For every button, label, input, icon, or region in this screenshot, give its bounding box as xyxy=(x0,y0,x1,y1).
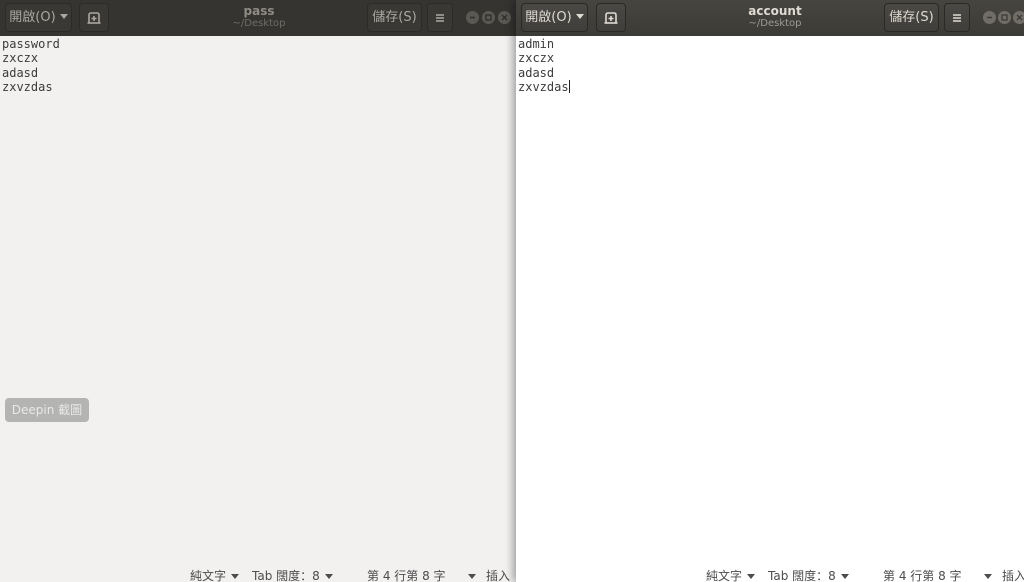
window-title: account xyxy=(748,4,802,18)
header-bar: 開啟(O) pass ~/Desktop 儲存(S) xyxy=(0,0,516,36)
status-bar: 純文字 Tab 闊度：8 第 4 行第 8 字 插入 xyxy=(0,565,516,582)
close-icon[interactable] xyxy=(498,11,511,24)
language-selector[interactable]: 純文字 xyxy=(706,565,756,582)
text-editor-area[interactable]: admin zxczx adasd zxvzdas xyxy=(516,36,1024,565)
text-cursor xyxy=(568,80,570,94)
open-button[interactable]: 開啟(O) xyxy=(5,3,72,32)
insert-mode-indicator: 插入 xyxy=(486,569,511,582)
language-selector[interactable]: 純文字 xyxy=(190,565,240,582)
menu-button[interactable] xyxy=(944,3,970,32)
tab-width-label: Tab 闊度：8 xyxy=(768,569,836,582)
text-line: password xyxy=(2,37,60,51)
cursor-position-label: 第 4 行第 8 字 xyxy=(367,569,446,582)
chevron-down-icon xyxy=(840,574,849,579)
deepin-screenshot-tooltip: Deepin 截圖 xyxy=(5,398,89,422)
minimize-icon[interactable] xyxy=(983,11,996,24)
chevron-down-icon xyxy=(575,14,584,19)
open-button-label: 開啟(O) xyxy=(525,10,572,25)
tab-width-selector[interactable]: Tab 闊度：8 xyxy=(252,565,333,582)
chevron-down-icon xyxy=(59,14,68,19)
new-tab-icon xyxy=(604,12,618,24)
text-line: zxvzdas xyxy=(518,80,569,95)
insert-mode-indicator: 插入 xyxy=(1002,569,1024,582)
language-label: 純文字 xyxy=(190,569,227,582)
window-subtitle: ~/Desktop xyxy=(748,18,802,29)
text-line: zxczx xyxy=(518,51,555,66)
chevron-down-icon xyxy=(231,574,240,579)
text-line: adasd xyxy=(518,65,555,80)
chevron-down-icon xyxy=(983,574,992,579)
open-button-label: 開啟(O) xyxy=(9,10,56,25)
chevron-down-icon xyxy=(747,574,756,579)
text-editor-area[interactable]: password zxczx adasd zxvzdas xyxy=(0,36,516,565)
text-line-with-cursor: zxvzdas xyxy=(518,80,1024,94)
title-block: pass ~/Desktop xyxy=(209,4,309,30)
close-icon[interactable] xyxy=(1013,11,1024,24)
maximize-icon[interactable] xyxy=(998,11,1011,24)
title-block: account ~/Desktop xyxy=(725,4,825,30)
maximize-icon[interactable] xyxy=(482,11,495,24)
text-line: zxvzdas xyxy=(2,80,53,95)
gedit-window-pass[interactable]: 開啟(O) pass ~/Desktop 儲存(S) password zxcz… xyxy=(0,0,516,582)
window-title: pass xyxy=(243,4,275,18)
minimize-icon[interactable] xyxy=(466,11,479,24)
open-button[interactable]: 開啟(O) xyxy=(521,3,588,32)
language-label: 純文字 xyxy=(706,569,743,582)
new-document-button[interactable] xyxy=(596,3,626,32)
new-tab-icon xyxy=(87,12,101,24)
chevron-down-icon xyxy=(467,574,476,579)
status-bar: 純文字 Tab 闊度：8 第 4 行第 8 字 插入 xyxy=(516,565,1024,582)
cursor-position-label: 第 4 行第 8 字 xyxy=(883,569,962,582)
window-subtitle: ~/Desktop xyxy=(232,18,286,29)
cursor-position-selector[interactable]: 第 4 行第 8 字 xyxy=(367,565,476,582)
text-line: zxczx xyxy=(2,51,39,66)
menu-button[interactable] xyxy=(427,3,453,32)
save-button[interactable]: 儲存(S) xyxy=(367,3,422,32)
text-line: adasd xyxy=(2,65,39,80)
save-button[interactable]: 儲存(S) xyxy=(884,3,939,32)
gedit-window-account[interactable]: 開啟(O) account ~/Desktop 儲存(S) admin zxcz… xyxy=(516,0,1024,582)
new-document-button[interactable] xyxy=(79,3,109,32)
header-bar: 開啟(O) account ~/Desktop 儲存(S) xyxy=(516,0,1024,36)
tab-width-label: Tab 闊度：8 xyxy=(252,569,320,582)
text-line: admin xyxy=(518,37,555,51)
tab-width-selector[interactable]: Tab 闊度：8 xyxy=(768,565,849,582)
hamburger-menu-icon xyxy=(953,14,961,22)
cursor-position-selector[interactable]: 第 4 行第 8 字 xyxy=(883,565,992,582)
chevron-down-icon xyxy=(324,574,333,579)
hamburger-menu-icon xyxy=(436,14,444,22)
